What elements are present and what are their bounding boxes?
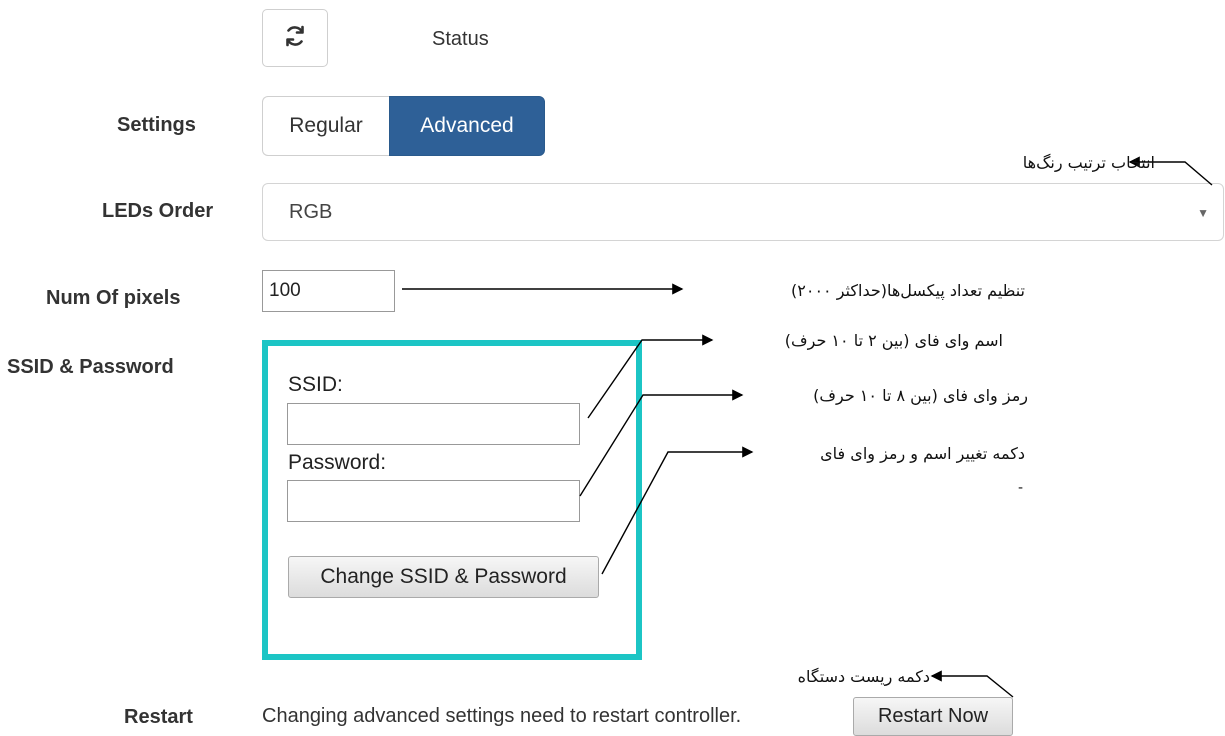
ssid-note: اسم وای فای (بین ۲ تا ۱۰ حرف) <box>784 331 1003 350</box>
password-note: رمز وای فای (بین ۸ تا ۱۰ حرف) <box>813 386 1028 405</box>
leds-order-note: انتخاب ترتیب رنگ‌ها <box>1022 153 1155 172</box>
pixels-note: تنظیم تعداد پیکسل‌ها(حداکثر ۲۰۰۰) <box>791 281 1025 300</box>
change-button-note: دکمه تغییر اسم و رمز وای فای <box>820 444 1025 463</box>
restart-note: دکمه ریست دستگاه <box>797 667 930 686</box>
annotation-arrows <box>402 156 1213 698</box>
stray-mark: - <box>1018 480 1024 496</box>
